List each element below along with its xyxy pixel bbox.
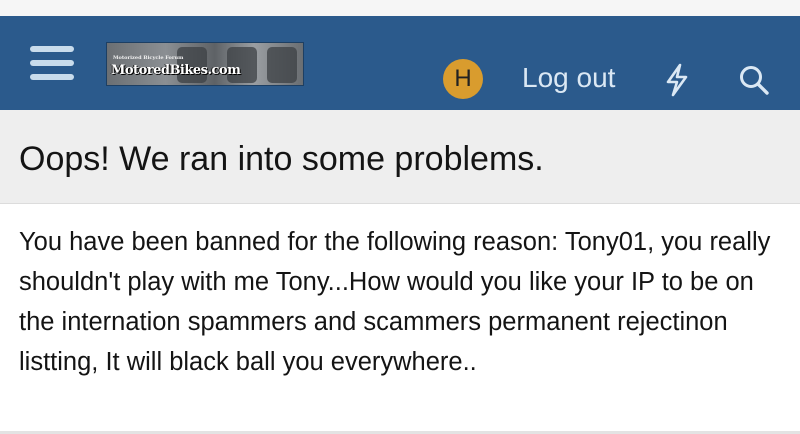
page-title: Oops! We ran into some problems. [19, 140, 544, 178]
ban-message: You have been banned for the following r… [19, 228, 771, 376]
user-avatar[interactable]: H [443, 59, 483, 99]
bolt-icon[interactable] [664, 63, 690, 97]
error-header: Oops! We ran into some problems. [0, 110, 800, 204]
logout-link[interactable]: Log out [522, 62, 615, 94]
top-strip [0, 0, 800, 16]
navbar: Motorized Bicycle Forum MotoredBikes.com… [0, 16, 800, 110]
logo-tagline: Motorized Bicycle Forum [113, 55, 184, 61]
search-icon[interactable] [738, 64, 770, 96]
hamburger-menu-icon[interactable] [30, 44, 74, 82]
logo-brand: MotoredBikes.com [111, 63, 241, 78]
site-logo[interactable]: Motorized Bicycle Forum MotoredBikes.com [106, 42, 304, 86]
